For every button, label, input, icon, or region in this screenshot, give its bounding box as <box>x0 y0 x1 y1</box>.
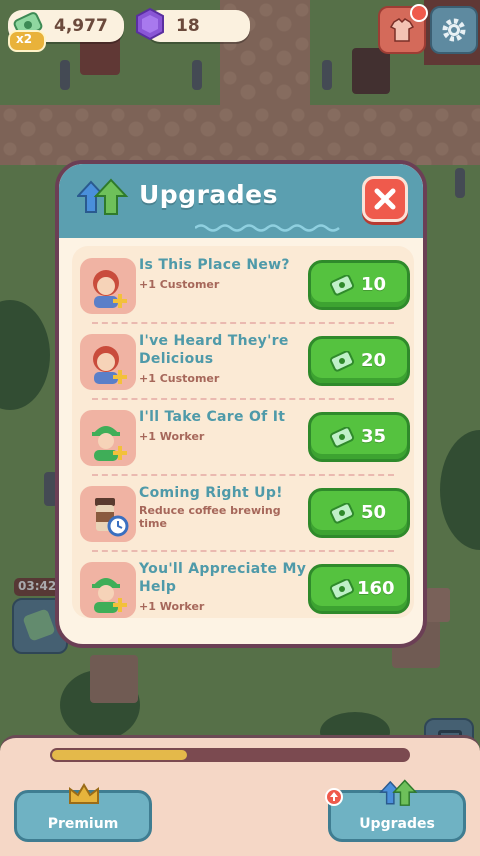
buy-upgrade-button[interactable]: 50 <box>308 488 410 538</box>
settings-button[interactable] <box>430 6 478 54</box>
close-button[interactable] <box>362 176 408 222</box>
cash-icon <box>329 351 355 372</box>
cash-amount: 4,977 <box>54 16 108 36</box>
gem-amount: 18 <box>176 16 200 36</box>
customer-plus-icon <box>80 334 136 390</box>
upgrade-title: Is This Place New? <box>139 257 290 273</box>
upgrade-row: Is This Place New? +1 Customer 10 <box>72 252 414 318</box>
premium-button[interactable]: Premium <box>14 783 152 842</box>
upgrades-modal: Upgrades Is This Place New? +1 Customer <box>55 160 427 648</box>
upgrade-effect: +1 Worker <box>139 430 205 443</box>
shirt-icon <box>389 18 415 42</box>
upgrade-row: I'll Take Care Of It +1 Worker 35 <box>72 404 414 470</box>
buy-upgrade-button[interactable]: 20 <box>308 336 410 386</box>
upgrade-price: 35 <box>361 426 387 447</box>
modal-header: Upgrades <box>59 164 423 238</box>
worker-plus-icon <box>80 562 136 618</box>
upgrade-effect: +1 Worker <box>139 600 205 613</box>
notification-dot-icon <box>325 788 343 806</box>
upgrade-effect: Reduce coffee brewing time <box>139 504 281 530</box>
buy-upgrade-button[interactable]: 160 <box>308 564 410 614</box>
upgrade-row: You'll Appreciate My Help +1 Worker 160 <box>72 556 414 622</box>
header-wave-decoration <box>195 224 340 232</box>
upgrade-title: I'll Take Care Of It <box>139 409 286 425</box>
customer-plus-icon <box>80 258 136 314</box>
row-divider <box>92 398 394 400</box>
new-badge-icon <box>410 4 428 22</box>
cash-icon <box>329 503 355 524</box>
upgrade-title: Coming Right Up! <box>139 485 283 501</box>
premium-label: Premium <box>47 816 119 832</box>
row-divider <box>92 322 394 324</box>
multiplier-badge: x2 <box>8 30 46 52</box>
shop-button[interactable] <box>378 4 428 54</box>
buy-upgrade-button[interactable]: 10 <box>308 260 410 310</box>
upgrade-row: I've Heard They're Delicious +1 Customer… <box>72 328 414 394</box>
worker-plus-icon <box>80 410 136 466</box>
upgrade-title: You'll Appreciate My Help <box>139 561 307 595</box>
upgrades-tab-label: Upgrades <box>359 816 435 832</box>
upgrade-price: 10 <box>361 274 387 295</box>
row-divider <box>92 474 394 476</box>
upgrade-effect: +1 Customer <box>139 372 220 385</box>
upgrade-list: Is This Place New? +1 Customer 10 I've H… <box>72 246 414 618</box>
upgrade-arrows-icon <box>77 178 129 215</box>
upgrade-price: 160 <box>357 578 395 599</box>
cash-icon <box>329 275 355 296</box>
close-x-icon <box>374 188 396 210</box>
crown-icon <box>69 783 99 804</box>
gem-icon <box>136 7 164 41</box>
upgrade-price: 20 <box>361 350 387 371</box>
multiplier-label: x2 <box>16 32 33 46</box>
level-progress-fill <box>52 750 187 760</box>
upgrade-price: 50 <box>361 502 387 523</box>
upgrade-arrows-icon <box>379 779 418 806</box>
coffee-timer-icon <box>80 486 136 542</box>
upgrade-effect: +1 Customer <box>139 278 220 291</box>
modal-title: Upgrades <box>139 180 279 209</box>
level-progress-bar <box>50 748 410 762</box>
upgrade-row: Coming Right Up! Reduce coffee brewing t… <box>72 480 414 546</box>
upgrade-title: I've Heard They're Delicious <box>139 333 289 367</box>
cash-icon <box>329 427 355 448</box>
row-divider <box>92 550 394 552</box>
gear-icon <box>442 18 466 42</box>
upgrades-tab-button[interactable]: Upgrades <box>328 779 466 842</box>
cash-icon <box>329 579 355 600</box>
buy-upgrade-button[interactable]: 35 <box>308 412 410 462</box>
